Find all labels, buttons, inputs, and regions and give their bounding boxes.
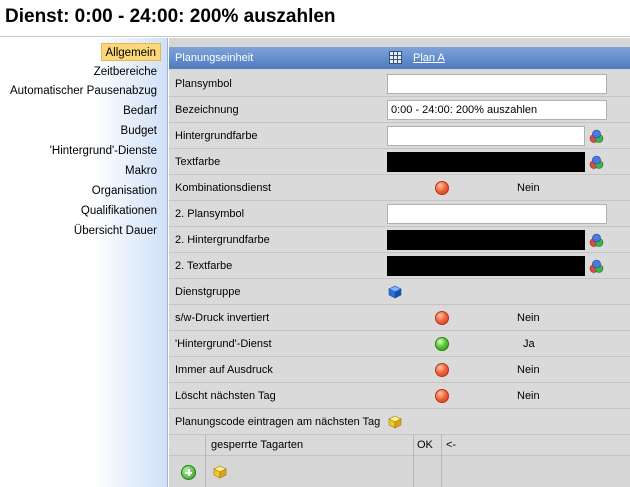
row-dienstgruppe: Dienstgruppe [169,279,630,305]
planungseinheit-label: Planungseinheit [175,52,254,64]
loescht-tag-value: Nein [517,390,540,402]
plansymbol-label: Plansymbol [175,78,232,90]
color-picker-icon[interactable] [589,129,604,144]
sidebar-item-bedarf[interactable]: Bedarf [119,102,161,120]
col-gesperrte-tagarten: gesperrte Tagarten [211,439,304,451]
row-hintergrund-dienst: 'Hintergrund'-Dienst Ja [169,331,630,357]
add-green-icon[interactable] [181,465,196,480]
col-ok: OK [417,439,433,451]
hintergrundfarbe-swatch[interactable] [387,126,585,146]
row-sw-druck: s/w-Druck invertiert Nein [169,305,630,331]
row-immer-ausdruck: Immer auf Ausdruck Nein [169,357,630,383]
row-loescht-tag: Löscht nächsten Tag Nein [169,383,630,409]
textfarbe-2-label: 2. Textfarbe [175,260,233,272]
window-title-bar: Dienst: 0:00 - 24:00: 200% auszahlen [0,0,630,37]
kombinationsdienst-toggle[interactable] [435,181,449,195]
color-picker-icon[interactable] [589,155,604,170]
row-planungscode: Planungscode eintragen am nächsten Tag [169,409,630,435]
table-footer [169,461,630,487]
sidebar: Allgemein Zeitbereiche Automatischer Pau… [0,38,168,487]
color-picker-icon[interactable] [589,233,604,248]
gesperrte-tagarten-table: gesperrte Tagarten OK <- [169,434,630,487]
yellow-cube-icon[interactable] [213,465,227,479]
immer-ausdruck-label: Immer auf Ausdruck [175,364,273,376]
row-bezeichnung: Bezeichnung 0:00 - 24:00: 200% auszahlen [169,97,630,123]
plan-link[interactable]: Plan A [413,52,445,64]
blue-cube-icon[interactable] [388,285,402,299]
textfarbe-label: Textfarbe [175,156,221,168]
loescht-tag-label: Löscht nächsten Tag [175,390,276,402]
sidebar-item-hintergrund-dienste[interactable]: 'Hintergrund'-Dienste [46,142,161,160]
sidebar-item-makro[interactable]: Makro [121,162,161,180]
properties-panel: Planungseinheit Plan A Plansymbol Bezeic… [169,38,630,487]
sidebar-item-allgemein[interactable]: Allgemein [100,43,161,61]
sidebar-item-pausenabzug[interactable]: Automatischer Pausenabzug [6,82,161,100]
kombinationsdienst-value: Nein [517,182,540,194]
row-textfarbe: Textfarbe [169,149,630,175]
window-title: Dienst: 0:00 - 24:00: 200% auszahlen [5,6,336,27]
textfarbe-2-swatch[interactable] [387,256,585,276]
plansymbol-field[interactable] [387,74,607,94]
bezeichnung-field[interactable]: 0:00 - 24:00: 200% auszahlen [387,100,607,120]
hintergrundfarbe-2-label: 2. Hintergrundfarbe [175,234,270,246]
plansymbol-2-field[interactable] [387,204,607,224]
row-plansymbol: Plansymbol [169,71,630,97]
dienstgruppe-label: Dienstgruppe [175,286,241,298]
row-kombinationsdienst: Kombinationsdienst Nein [169,175,630,201]
grid-calendar-icon [389,51,402,64]
row-hintergrundfarbe: Hintergrundfarbe [169,123,630,149]
sw-druck-label: s/w-Druck invertiert [175,312,270,324]
yellow-cube-icon[interactable] [388,415,402,429]
hintergrundfarbe-label: Hintergrundfarbe [175,130,258,142]
plansymbol-2-label: 2. Plansymbol [175,208,245,220]
immer-ausdruck-value: Nein [517,364,540,376]
color-picker-icon[interactable] [589,259,604,274]
sidebar-item-uebersicht-dauer[interactable]: Übersicht Dauer [70,222,161,240]
textfarbe-swatch[interactable] [387,152,585,172]
sidebar-item-zeitbereiche[interactable]: Zeitbereiche [90,63,161,81]
row-hintergrundfarbe-2: 2. Hintergrundfarbe [169,227,630,253]
loescht-tag-toggle[interactable] [435,389,449,403]
hintergrund-dienst-value: Ja [523,338,535,350]
row-textfarbe-2: 2. Textfarbe [169,253,630,279]
table-header: gesperrte Tagarten OK <- [169,434,630,456]
sidebar-item-organisation[interactable]: Organisation [88,182,161,200]
sidebar-item-budget[interactable]: Budget [117,122,161,140]
sw-druck-value: Nein [517,312,540,324]
immer-ausdruck-toggle[interactable] [435,363,449,377]
sidebar-item-qualifikationen[interactable]: Qualifikationen [77,202,161,220]
col-arrow: <- [446,439,457,451]
planungseinheit-header: Planungseinheit Plan A [169,47,630,69]
kombinationsdienst-label: Kombinationsdienst [175,182,272,194]
hintergrundfarbe-2-swatch[interactable] [387,230,585,250]
hintergrund-dienst-label: 'Hintergrund'-Dienst [175,338,272,350]
bezeichnung-label: Bezeichnung [175,104,239,116]
hintergrund-dienst-toggle[interactable] [435,337,449,351]
planungscode-label: Planungscode eintragen am nächsten Tag [175,416,381,428]
row-plansymbol-2: 2. Plansymbol [169,201,630,227]
sw-druck-toggle[interactable] [435,311,449,325]
